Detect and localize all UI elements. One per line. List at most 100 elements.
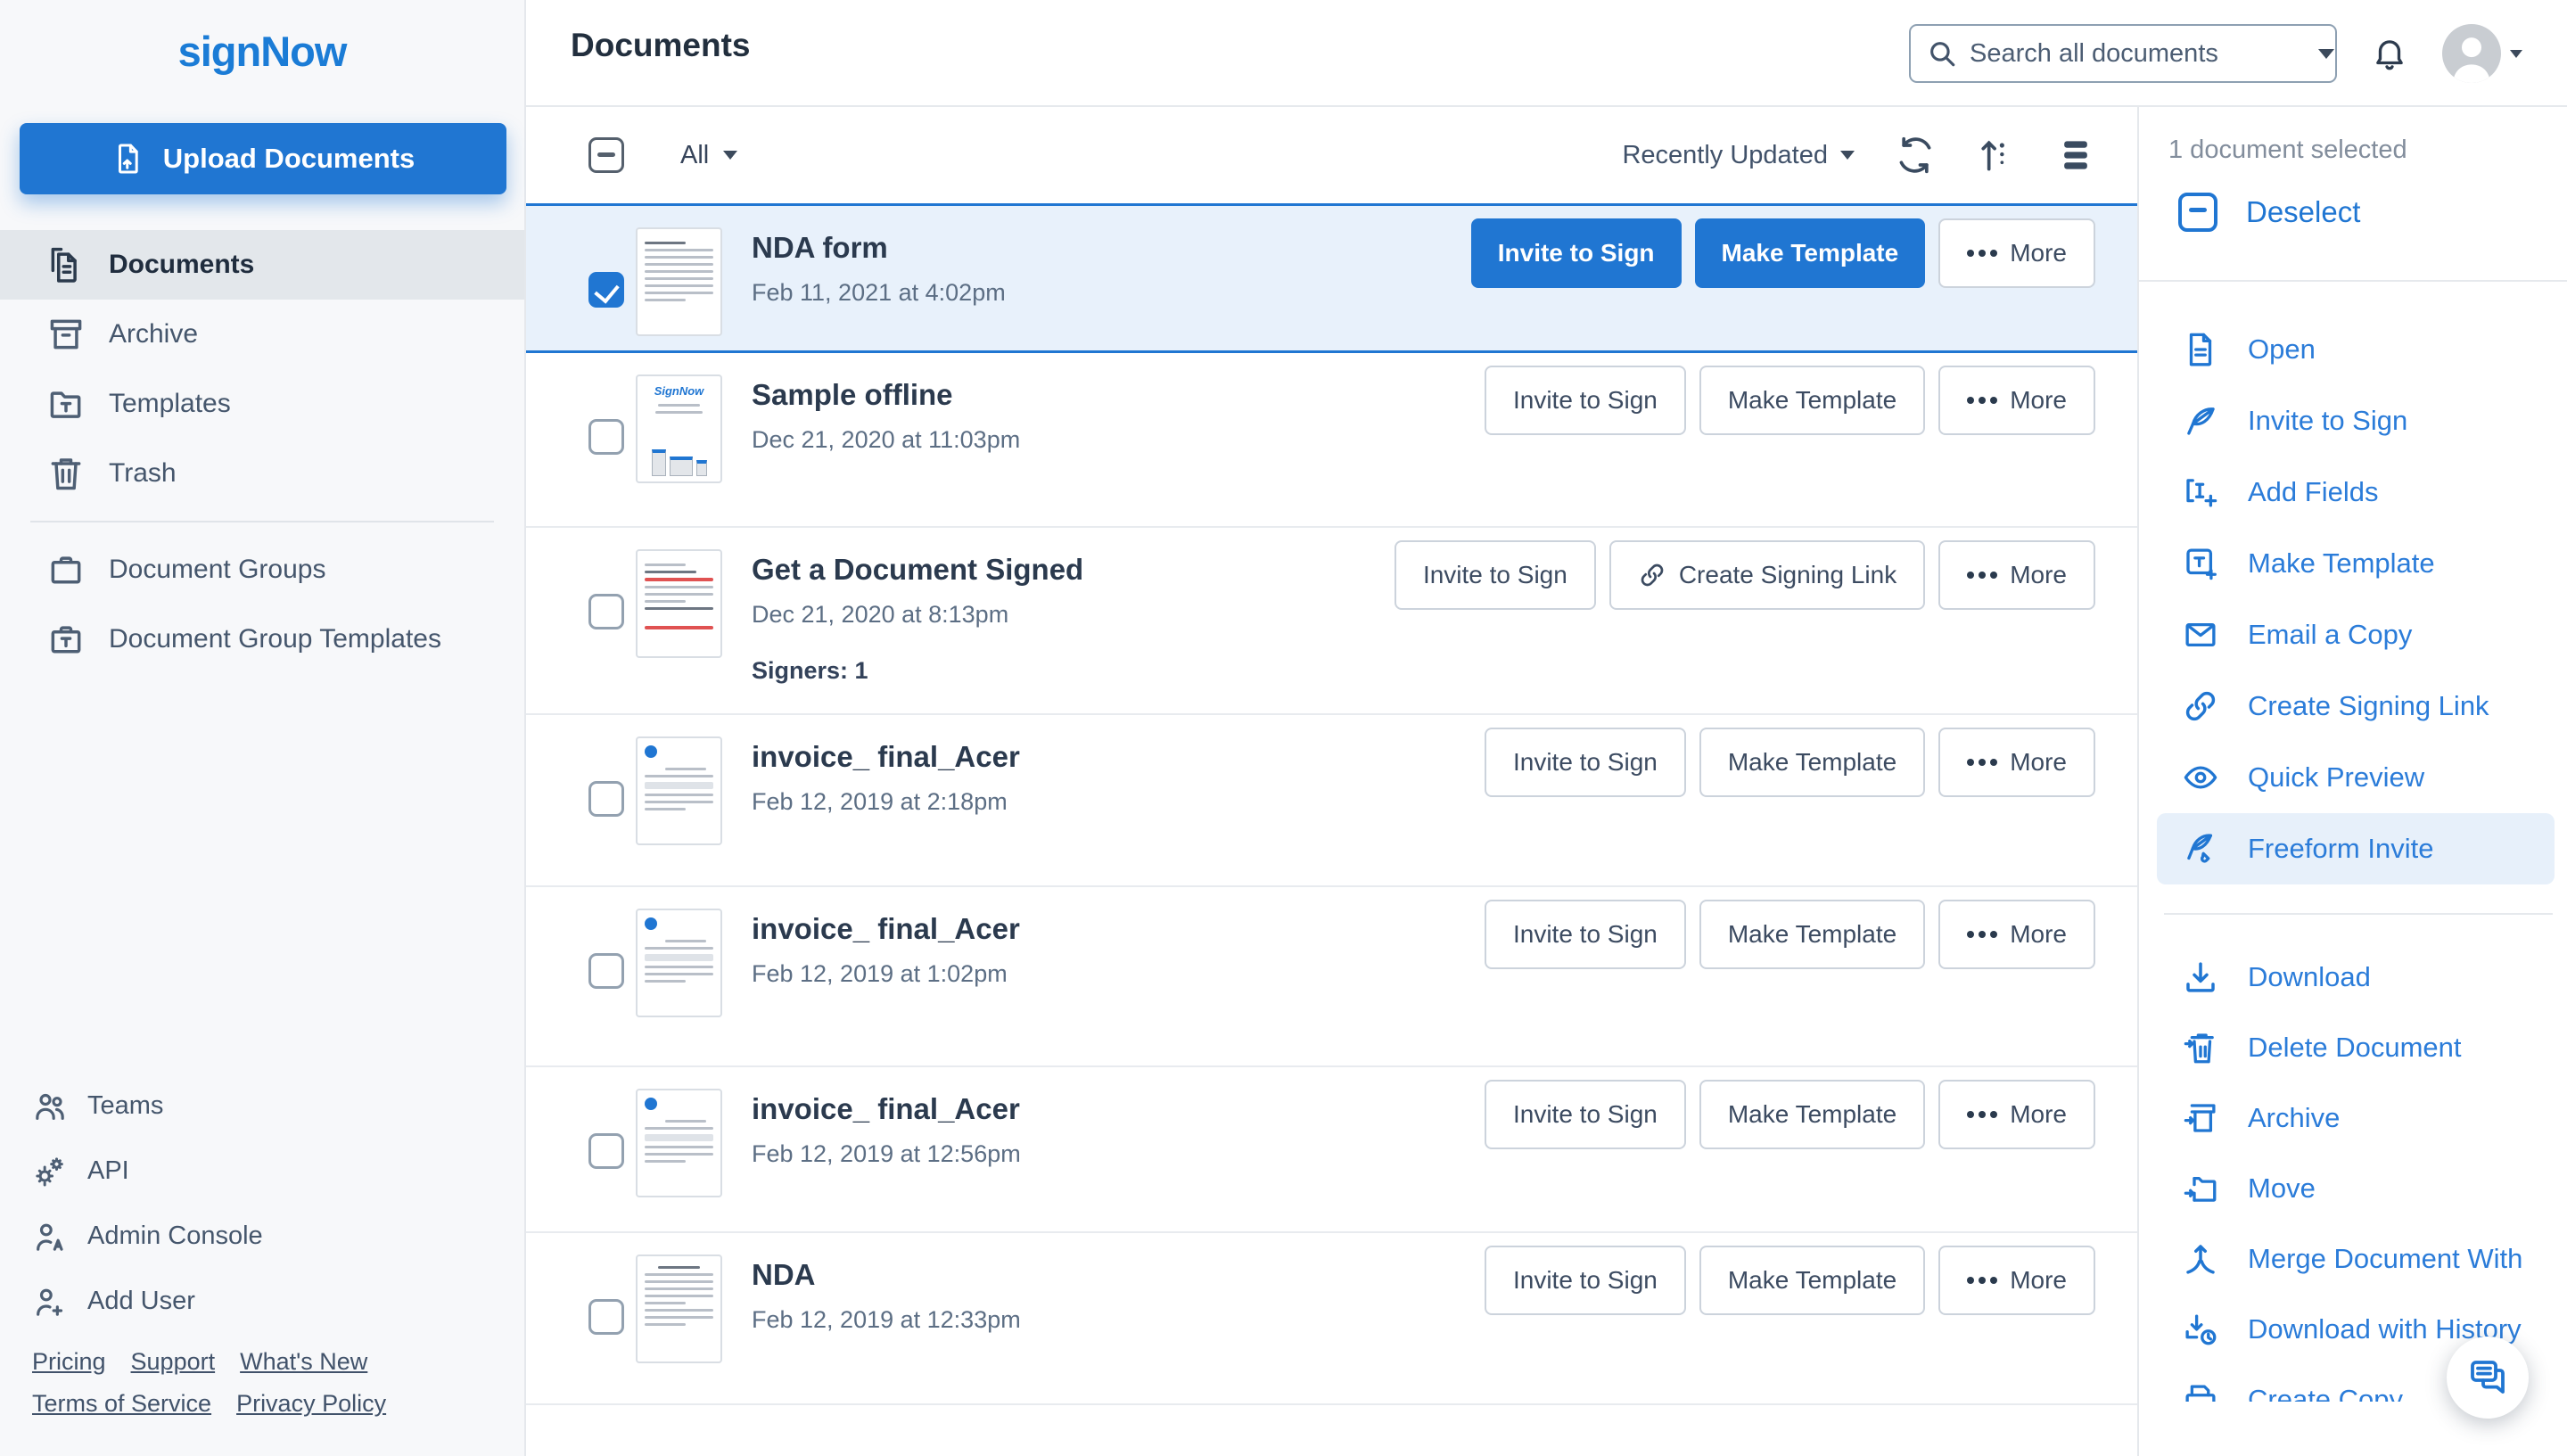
copy-document-icon <box>2182 1381 2219 1403</box>
sidebar-item-add-user[interactable]: Add User <box>0 1269 524 1334</box>
upload-documents-button[interactable]: Upload Documents <box>20 123 506 194</box>
search-input[interactable] <box>1970 38 2306 69</box>
link-icon <box>2182 687 2219 725</box>
make-template-button[interactable]: Make Template <box>1694 218 1926 288</box>
avatar[interactable] <box>2442 24 2501 83</box>
panel-action-delete-document[interactable]: Delete Document <box>2139 1012 2567 1082</box>
privacy-policy-link[interactable]: Privacy Policy <box>236 1390 386 1418</box>
panel-action-merge-document-with[interactable]: Merge Document With <box>2139 1223 2567 1294</box>
row-checkbox[interactable] <box>588 1299 624 1335</box>
whats-new-link[interactable]: What's New <box>240 1348 367 1376</box>
more-button[interactable]: More <box>1938 1246 2095 1315</box>
deselect-button[interactable]: Deselect <box>2178 193 2360 232</box>
document-row[interactable]: invoice_ final_Acer Feb 12, 2019 at 12:5… <box>526 1067 2137 1233</box>
panel-action-add-fields[interactable]: Add Fields <box>2139 457 2567 528</box>
invite-to-sign-button[interactable]: Invite to Sign <box>1394 540 1596 610</box>
sidebar-item-archive[interactable]: Archive <box>0 300 524 369</box>
account-caret-icon <box>2510 49 2522 58</box>
view-rows-icon[interactable] <box>2056 136 2095 175</box>
search-scope-caret-icon[interactable] <box>2318 48 2334 59</box>
panel-action-make-template[interactable]: Make Template <box>2139 528 2567 599</box>
sidebar-item-teams[interactable]: Teams <box>0 1073 524 1139</box>
make-template-button[interactable]: Make Template <box>1699 1246 1926 1315</box>
briefcase-icon <box>46 550 86 589</box>
document-date: Feb 12, 2019 at 12:56pm <box>752 1140 1021 1167</box>
invite-to-sign-button[interactable]: Invite to Sign <box>1484 900 1686 969</box>
document-thumbnail[interactable] <box>636 549 722 658</box>
create-signing-link-button[interactable]: Create Signing Link <box>1608 540 1926 610</box>
more-dots-icon <box>1967 759 1998 766</box>
sidebar-item-api[interactable]: API <box>0 1139 524 1204</box>
teams-icon <box>32 1089 68 1124</box>
sidebar-item-document-group-templates[interactable]: Document Group Templates <box>0 605 524 674</box>
more-button[interactable]: More <box>1938 728 2095 797</box>
invite-to-sign-button[interactable]: Invite to Sign <box>1484 366 1686 435</box>
refresh-icon[interactable] <box>1896 136 1935 175</box>
sidebar-item-templates[interactable]: Templates <box>0 369 524 439</box>
chat-fab-button[interactable] <box>2447 1337 2529 1419</box>
document-row[interactable]: NDA Feb 12, 2019 at 12:33pm Invite to Si… <box>526 1233 2137 1405</box>
row-checkbox[interactable] <box>588 1133 624 1169</box>
panel-action-download[interactable]: Download <box>2139 942 2567 1012</box>
document-row[interactable]: invoice_ final_Acer Feb 12, 2019 at 2:18… <box>526 715 2137 887</box>
sidebar-item-documents[interactable]: Documents <box>0 230 524 300</box>
open-document-icon <box>2182 331 2219 368</box>
invite-to-sign-button[interactable]: Invite to Sign <box>1484 1080 1686 1149</box>
admin-person-icon <box>32 1219 68 1254</box>
more-button[interactable]: More <box>1938 218 2095 288</box>
invite-to-sign-button[interactable]: Invite to Sign <box>1470 218 1682 288</box>
terms-of-service-link[interactable]: Terms of Service <box>32 1390 211 1418</box>
row-checkbox[interactable] <box>588 953 624 989</box>
document-row[interactable]: NDA form Feb 11, 2021 at 4:02pm Invite t… <box>526 203 2137 353</box>
make-template-icon <box>2182 545 2219 582</box>
brand-logo[interactable]: signNow <box>0 27 524 76</box>
support-link[interactable]: Support <box>131 1348 216 1376</box>
panel-action-create-signing-link[interactable]: Create Signing Link <box>2139 670 2567 742</box>
invite-to-sign-button[interactable]: Invite to Sign <box>1484 1246 1686 1315</box>
row-checkbox[interactable] <box>588 419 624 455</box>
more-button[interactable]: More <box>1938 366 2095 435</box>
panel-action-email-a-copy[interactable]: Email a Copy <box>2139 599 2567 670</box>
more-button[interactable]: More <box>1938 540 2095 610</box>
filter-dropdown[interactable]: All <box>680 141 738 170</box>
more-button[interactable]: More <box>1938 900 2095 969</box>
document-thumbnail[interactable] <box>636 227 722 336</box>
panel-action-archive[interactable]: Archive <box>2139 1082 2567 1153</box>
sort-dropdown[interactable]: Recently Updated <box>1622 141 1855 170</box>
document-thumbnail[interactable]: SignNow <box>636 374 722 483</box>
sort-order-icon[interactable] <box>1976 136 2015 175</box>
panel-action-open[interactable]: Open <box>2139 314 2567 385</box>
document-row[interactable]: Get a Document Signed Dec 21, 2020 at 8:… <box>526 528 2137 715</box>
document-date: Feb 12, 2019 at 12:33pm <box>752 1306 1021 1333</box>
invite-to-sign-button[interactable]: Invite to Sign <box>1484 728 1686 797</box>
notifications-bell-icon[interactable] <box>2371 34 2408 73</box>
document-title: Sample offline <box>752 378 953 411</box>
sidebar-item-document-groups[interactable]: Document Groups <box>0 535 524 605</box>
make-template-button[interactable]: Make Template <box>1699 366 1926 435</box>
row-checkbox[interactable] <box>588 594 624 629</box>
panel-action-invite-to-sign[interactable]: Invite to Sign <box>2139 385 2567 457</box>
panel-action-move[interactable]: Move <box>2139 1153 2567 1223</box>
document-thumbnail[interactable] <box>636 1254 722 1363</box>
document-thumbnail[interactable] <box>636 1089 722 1197</box>
row-checkbox[interactable] <box>588 781 624 817</box>
make-template-button[interactable]: Make Template <box>1699 900 1926 969</box>
account-menu[interactable] <box>2442 24 2522 83</box>
panel-action-freeform-invite[interactable]: Freeform Invite <box>2157 813 2555 884</box>
more-button[interactable]: More <box>1938 1080 2095 1149</box>
document-thumbnail[interactable] <box>636 909 722 1017</box>
search-box[interactable] <box>1909 24 2337 83</box>
make-template-button[interactable]: Make Template <box>1699 728 1926 797</box>
sidebar-item-trash[interactable]: Trash <box>0 439 524 508</box>
pricing-link[interactable]: Pricing <box>32 1348 106 1376</box>
document-row[interactable]: invoice_ final_Acer Feb 12, 2019 at 1:02… <box>526 887 2137 1067</box>
row-checkbox[interactable] <box>588 272 624 308</box>
document-thumbnail[interactable] <box>636 736 722 845</box>
sidebar-item-admin-console[interactable]: Admin Console <box>0 1204 524 1269</box>
select-all-checkbox[interactable] <box>588 137 624 173</box>
panel-divider <box>2164 913 2553 915</box>
make-template-button[interactable]: Make Template <box>1699 1080 1926 1149</box>
panel-action-quick-preview[interactable]: Quick Preview <box>2139 742 2567 813</box>
document-row[interactable]: SignNow Sample offline Dec 21, 2020 at 1… <box>526 353 2137 528</box>
document-title: invoice_ final_Acer <box>752 1092 1020 1125</box>
